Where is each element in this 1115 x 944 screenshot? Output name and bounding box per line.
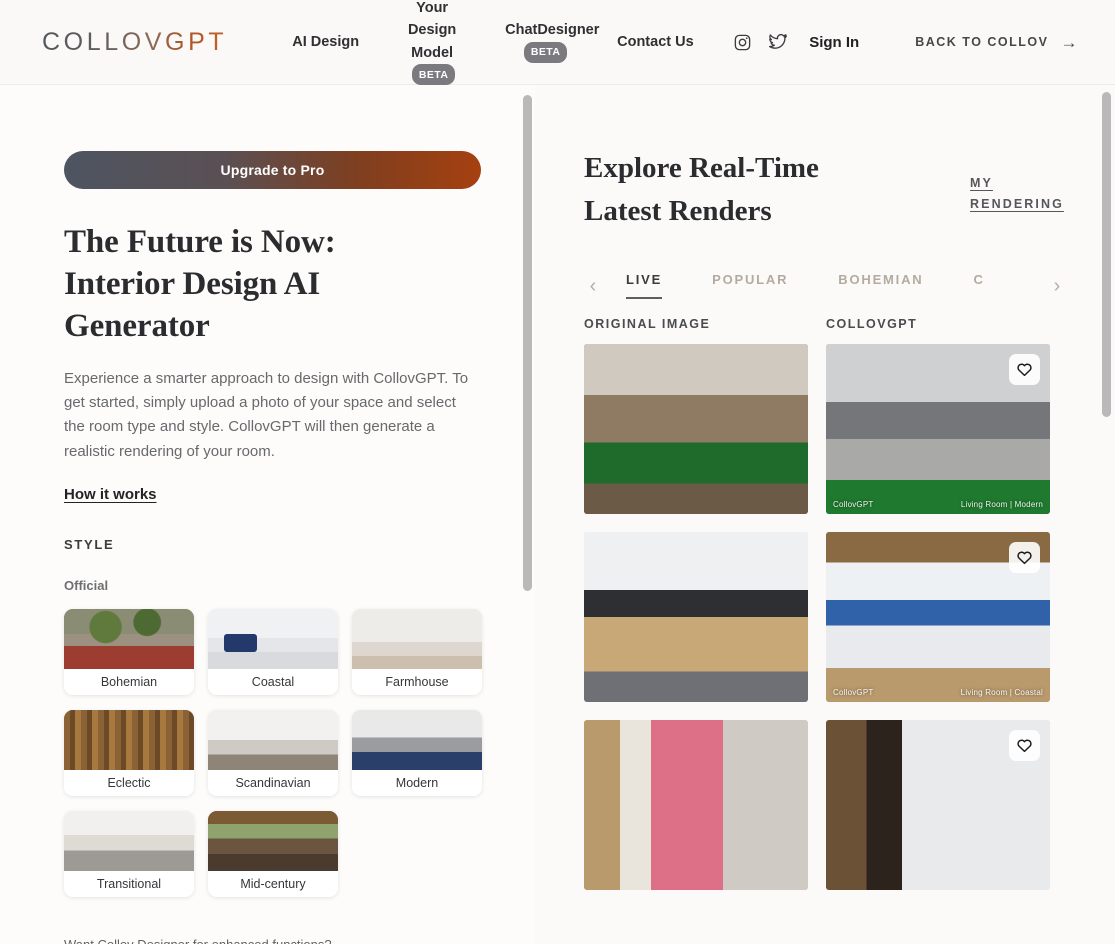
nav-label: ChatDesigner [505, 22, 600, 39]
left-panel: Upgrade to Pro The Future is Now: Interi… [0, 85, 535, 944]
tabs-prev-arrow-icon[interactable]: ‹ [584, 276, 602, 296]
rendered-image-card[interactable]: CollovGPT Living Room | Coastal [826, 531, 1050, 702]
back-to-collov-button[interactable]: BACK TO COLLOV → [915, 34, 1079, 51]
style-thumbnail [64, 810, 194, 871]
style-card-label: Farmhouse [385, 674, 449, 689]
category-tabs: ‹ LIVE POPULAR BOHEMIAN C › [584, 267, 1066, 305]
original-image-card[interactable] [584, 719, 808, 890]
how-it-works-link[interactable]: How it works [64, 486, 157, 503]
style-thumbnail [208, 709, 338, 770]
nav-item-chatdesigner[interactable]: ChatDesigner BETA [488, 19, 600, 64]
style-card-label: Transitional [96, 876, 162, 891]
original-image-card[interactable] [584, 343, 808, 514]
style-grid: Bohemian Coastal Farmhouse Eclectic Scan… [64, 608, 482, 897]
render-row: CollovGPT Living Room | Coastal [584, 531, 1066, 702]
page-title: The Future is Now: Interior Design AI Ge… [64, 221, 471, 348]
twitter-icon[interactable] [767, 31, 789, 53]
style-card-label: Modern [395, 775, 439, 790]
nav-item-ai-design[interactable]: AI Design [275, 31, 376, 53]
render-row: CollovGPT Living Room | Modern [584, 343, 1066, 514]
column-header-collovgpt: COLLOVGPT [826, 316, 918, 331]
watermark-brand: CollovGPT [833, 687, 874, 697]
style-card-label: Coastal [251, 674, 295, 689]
style-thumbnail [352, 608, 482, 669]
column-header-original: ORIGINAL IMAGE [584, 316, 711, 331]
tab-popular[interactable]: POPULAR [712, 272, 788, 299]
rendered-image-card[interactable] [826, 719, 1050, 890]
arrow-right-icon: → [1060, 32, 1079, 52]
style-thumbnail [352, 709, 482, 770]
hero-line-1: The Future is Now: [64, 224, 336, 260]
hero-line-2: Interior Design AI Generator [64, 266, 321, 345]
style-card-modern[interactable]: Modern [352, 709, 482, 796]
watermark-brand: CollovGPT [833, 499, 874, 509]
style-thumbnail [64, 709, 194, 770]
style-card-coastal[interactable]: Coastal [208, 608, 338, 695]
watermark-meta: Living Room | Coastal [960, 687, 1043, 697]
heart-icon[interactable] [1009, 729, 1040, 761]
site-header: COLLOVGPT AI Design Your Design Model BET… [0, 0, 1115, 85]
rendered-image-card[interactable]: CollovGPT Living Room | Modern [826, 343, 1050, 514]
style-card-eclectic[interactable]: Eclectic [64, 709, 194, 796]
style-card-label: Bohemian [100, 674, 158, 689]
nav-item-contact-us[interactable]: Contact Us [600, 31, 711, 53]
designer-upsell-text: Want Collov Designer for enhanced functi… [64, 937, 332, 944]
tab-live[interactable]: LIVE [626, 272, 663, 300]
renders-title: Explore Real-Time Latest Renders [584, 152, 819, 227]
tab-bohemian[interactable]: BOHEMIAN [838, 272, 923, 299]
style-card-bohemian[interactable]: Bohemian [64, 608, 194, 695]
style-thumbnail [208, 608, 338, 669]
style-thumbnail [64, 608, 194, 669]
original-image-card[interactable] [584, 531, 808, 702]
nav-label: Contact Us [617, 33, 694, 50]
left-scrollbar-thumb[interactable] [523, 95, 532, 591]
beta-badge: BETA [411, 64, 456, 85]
style-card-label: Mid-century [240, 876, 306, 891]
instagram-icon[interactable] [731, 31, 753, 53]
main-nav: AI Design Your Design Model BETA ChatDesi… [275, 0, 710, 87]
watermark-meta: Living Room | Modern [960, 499, 1043, 509]
style-card-label: Scandinavian [235, 775, 311, 790]
heart-icon[interactable] [1009, 541, 1040, 573]
logo[interactable]: COLLOVGPT [42, 28, 227, 57]
style-card-scandinavian[interactable]: Scandinavian [208, 709, 338, 796]
heart-icon[interactable] [1009, 353, 1040, 385]
style-card-label: Eclectic [107, 775, 151, 790]
tabs-viewport: LIVE POPULAR BOHEMIAN C [612, 267, 1038, 305]
style-thumbnail [208, 810, 338, 871]
beta-badge: BETA [523, 41, 568, 63]
style-card-mid-century[interactable]: Mid-century [208, 810, 338, 897]
right-scrollbar-thumb[interactable] [1102, 92, 1111, 417]
header-actions: Sign In BACK TO COLLOV → [731, 31, 1079, 53]
nav-label: Your Design Model [407, 0, 457, 61]
render-column-headers: ORIGINAL IMAGE COLLOVGPT [584, 317, 1066, 331]
hero-description: Experience a smarter approach to design … [64, 369, 469, 460]
nav-item-your-design-model[interactable]: Your Design Model BETA [376, 0, 488, 87]
my-rendering-link[interactable]: MY RENDERING [970, 173, 1066, 215]
render-row [584, 719, 1066, 890]
upgrade-to-pro-button[interactable]: Upgrade to Pro [64, 151, 481, 189]
right-panel: Explore Real-Time Latest Renders MY REND… [535, 85, 1115, 944]
tabs-next-arrow-icon[interactable]: › [1048, 276, 1066, 296]
style-card-farmhouse[interactable]: Farmhouse [352, 608, 482, 695]
main-content: Upgrade to Pro The Future is Now: Interi… [0, 85, 1115, 944]
style-group-label: Official [64, 577, 109, 593]
sign-in-button[interactable]: Sign In [809, 34, 859, 51]
tab-partial-next[interactable]: C [973, 272, 984, 299]
render-grid: CollovGPT Living Room | Modern CollovGPT… [584, 343, 1066, 890]
tabs-strip: LIVE POPULAR BOHEMIAN C [612, 267, 1038, 305]
back-to-collov-label: BACK TO COLLOV [915, 35, 1049, 49]
nav-label: AI Design [292, 33, 360, 50]
style-section-heading: STYLE [64, 536, 115, 552]
style-card-transitional[interactable]: Transitional [64, 810, 194, 897]
renders-header: Explore Real-Time Latest Renders MY REND… [584, 147, 1066, 233]
